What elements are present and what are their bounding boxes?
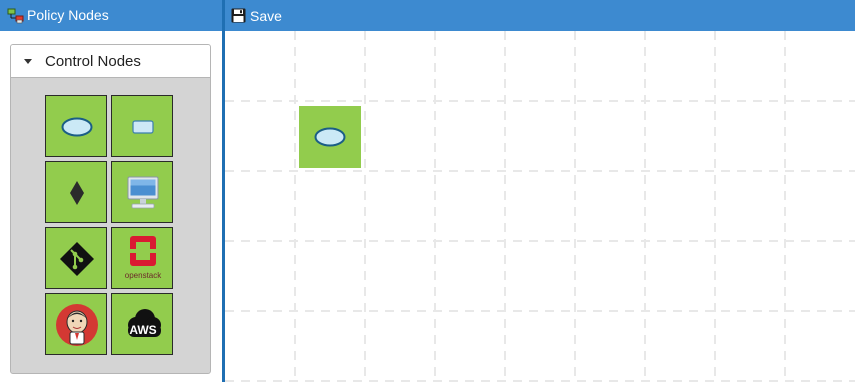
policy-canvas[interactable] — [225, 31, 855, 382]
canvas-grid — [225, 31, 855, 382]
ellipse-icon — [314, 127, 346, 147]
floppy-disk-icon — [231, 8, 246, 23]
palette-jenkins-node[interactable] — [45, 293, 107, 355]
panel-title: Control Nodes — [45, 53, 141, 70]
policy-nodes-icon — [7, 7, 25, 25]
openstack-icon: openstack — [125, 236, 162, 280]
toolbar: Save — [225, 0, 855, 31]
control-nodes-panel: Control Nodes openstack AWS — [10, 44, 211, 374]
control-nodes-header[interactable]: Control Nodes — [11, 45, 210, 78]
palette-rectangle-node[interactable] — [111, 95, 173, 157]
aws-logo-text: AWS — [129, 323, 156, 337]
canvas-ellipse-node[interactable] — [299, 106, 361, 168]
palette-computer-node[interactable] — [111, 161, 173, 223]
rounded-rectangle-icon — [132, 120, 154, 134]
diamond-icon — [70, 181, 84, 205]
palette-ellipse-node[interactable] — [45, 95, 107, 157]
palette-aws-node[interactable]: AWS — [111, 293, 173, 355]
openstack-logo-text: openstack — [125, 271, 162, 280]
sidebar-title: Policy Nodes — [27, 7, 109, 23]
sidebar-header: Policy Nodes — [0, 0, 222, 31]
ellipse-icon — [61, 117, 93, 137]
caret-down-icon — [24, 59, 32, 64]
jenkins-icon — [56, 304, 98, 346]
palette-diamond-node[interactable] — [45, 161, 107, 223]
aws-icon: AWS — [128, 309, 161, 337]
git-icon — [60, 242, 94, 276]
sidebar: Policy Nodes Control Nodes openstack AWS — [0, 0, 222, 382]
palette-git-node[interactable] — [45, 227, 107, 289]
save-label: Save — [250, 8, 282, 24]
palette-openstack-node[interactable]: openstack — [111, 227, 173, 289]
monitor-icon — [127, 176, 159, 209]
